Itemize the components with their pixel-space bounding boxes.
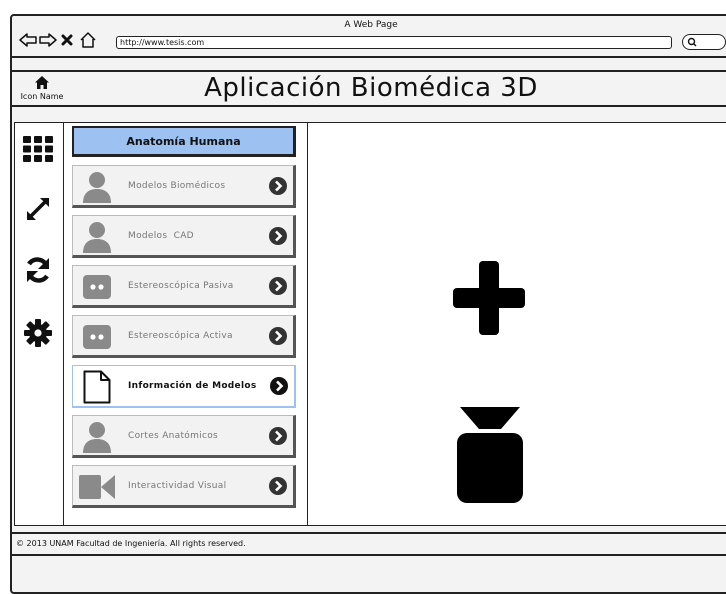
search-icon xyxy=(687,37,697,47)
browser-home-button[interactable] xyxy=(78,30,98,50)
toolbar-divider xyxy=(12,56,726,58)
stop-button[interactable] xyxy=(58,30,76,50)
back-button[interactable] xyxy=(18,30,38,50)
menu-item-estereoscopica-pasiva[interactable]: Estereoscópica Pasiva xyxy=(72,265,296,308)
close-icon xyxy=(61,34,73,46)
user-icon xyxy=(83,422,111,453)
side-toolbar xyxy=(15,123,63,525)
menu-item-estereoscopica-activa[interactable]: Estereoscópica Activa xyxy=(72,315,296,358)
menu-item-interactividad-visual[interactable]: Interactividad Visual xyxy=(72,465,296,508)
refresh-button[interactable] xyxy=(21,253,55,287)
menu-item-label: Modelos Biomédicos xyxy=(128,181,226,191)
gear-icon xyxy=(24,319,52,347)
menu-item-informacion-de-modelos[interactable]: Información de Modelos xyxy=(72,365,296,408)
chevron-right-icon[interactable] xyxy=(268,326,288,346)
menu-item-label: Estereoscópica Activa xyxy=(128,331,233,341)
menu-item-modelos-biomedicos[interactable]: Modelos Biomédicos xyxy=(72,165,296,208)
browser-window: A Web Page http://www.tesis.com Icon Nam… xyxy=(10,14,726,594)
menu-item-label: Información de Modelos xyxy=(128,381,257,391)
url-bar[interactable]: http://www.tesis.com xyxy=(116,36,672,49)
header-divider-bottom xyxy=(12,105,726,107)
copyright-text: © 2013 UNAM Facultad de Ingeniería. All … xyxy=(16,539,246,548)
menu-item-label: Interactividad Visual xyxy=(128,481,227,491)
flask-icon[interactable] xyxy=(457,407,523,503)
home-outline-icon xyxy=(80,32,96,48)
chevron-right-icon[interactable] xyxy=(269,376,289,396)
glasses-icon xyxy=(83,275,111,299)
panel-header[interactable]: Anatomía Humana xyxy=(72,126,296,157)
settings-button[interactable] xyxy=(21,316,55,350)
workspace: Anatomía Humana Modelos Biomédicos Model… xyxy=(14,122,726,526)
footer: © 2013 UNAM Facultad de Ingeniería. All … xyxy=(12,534,726,554)
chevron-right-icon[interactable] xyxy=(268,226,288,246)
app-header: Icon Name Aplicación Biomédica 3D xyxy=(12,72,726,106)
back-arrow-icon xyxy=(19,33,37,47)
expand-arrows-icon xyxy=(26,197,50,221)
window-title: A Web Page xyxy=(344,20,398,30)
grid-view-button[interactable] xyxy=(21,132,55,166)
refresh-icon xyxy=(26,257,50,283)
forward-arrow-icon xyxy=(39,33,57,47)
chevron-right-icon[interactable] xyxy=(268,426,288,446)
menu-item-cortes-anatomicos[interactable]: Cortes Anatómicos xyxy=(72,415,296,458)
chevron-right-icon[interactable] xyxy=(268,276,288,296)
menu-item-label: Modelos CAD xyxy=(128,231,194,241)
glasses-icon xyxy=(83,325,111,349)
menu-item-label: Estereoscópica Pasiva xyxy=(128,281,234,291)
grid-icon xyxy=(23,136,53,162)
user-icon xyxy=(83,222,111,253)
plus-icon[interactable] xyxy=(453,261,525,335)
menu-item-label: Cortes Anatómicos xyxy=(128,431,219,441)
page-title: Aplicación Biomédica 3D xyxy=(204,73,538,103)
browser-search-button[interactable] xyxy=(682,34,726,50)
forward-button[interactable] xyxy=(38,30,58,50)
chevron-right-icon[interactable] xyxy=(268,476,288,496)
chevron-right-icon[interactable] xyxy=(268,176,288,196)
document-icon xyxy=(83,370,111,404)
video-camera-icon xyxy=(79,475,115,499)
url-text: http://www.tesis.com xyxy=(120,38,205,47)
user-icon xyxy=(83,172,111,203)
menu-item-modelos-cad[interactable]: Modelos CAD xyxy=(72,215,296,258)
navigation-panel: Anatomía Humana Modelos Biomédicos Model… xyxy=(63,123,308,525)
viewport-canvas[interactable] xyxy=(308,123,726,525)
fullscreen-button[interactable] xyxy=(21,192,55,226)
footer-divider-bottom xyxy=(12,554,726,556)
